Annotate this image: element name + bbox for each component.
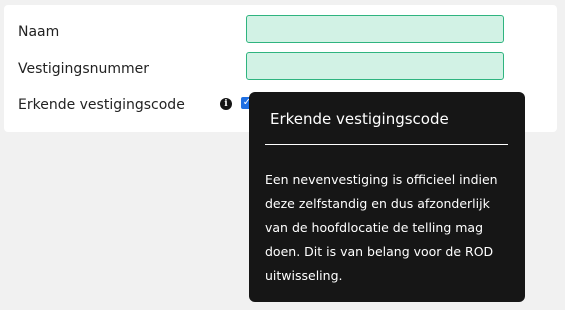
- tooltip-line: doen. Dit is van belang voor de ROD: [265, 244, 494, 259]
- branch-number-label: Vestigingsnummer: [18, 61, 149, 77]
- name-label: Naam: [18, 24, 60, 40]
- tooltip-line: deze zelfstandig en dus afzonderlijk: [265, 196, 490, 211]
- tooltip-line: van de hoofdlocatie de telling mag: [265, 220, 484, 235]
- recognized-code-label: Erkende vestigingscode: [18, 97, 185, 113]
- name-input[interactable]: [246, 15, 504, 43]
- tooltip-title: Erkende vestigingscode: [270, 110, 449, 128]
- tooltip: Erkende vestigingscode Een nevenvestigin…: [249, 92, 525, 302]
- tooltip-line: uitwisseling.: [265, 268, 343, 283]
- info-icon[interactable]: i: [220, 98, 232, 110]
- tooltip-line: Een nevenvestiging is officieel indien: [265, 172, 498, 187]
- tooltip-divider: [265, 144, 508, 145]
- branch-number-input[interactable]: [246, 52, 504, 80]
- tooltip-body: Een nevenvestiging is officieel indien d…: [265, 168, 510, 288]
